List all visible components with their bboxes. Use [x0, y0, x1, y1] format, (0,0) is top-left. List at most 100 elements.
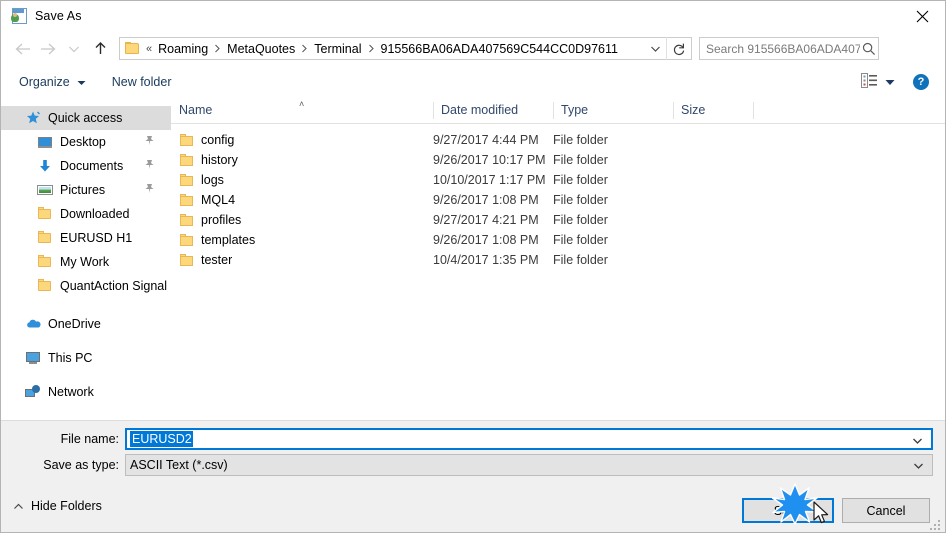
sidebar-item-my-work[interactable]: My Work: [1, 250, 171, 274]
breadcrumb-item-roaming[interactable]: Roaming: [155, 42, 211, 56]
dialog-body: Quick access Desktop Documents Pictures: [1, 98, 945, 420]
hide-folders-label: Hide Folders: [31, 499, 102, 513]
sidebar-item-label: QuantAction Signal: [60, 279, 168, 293]
this-pc-icon: [25, 350, 41, 366]
cancel-button[interactable]: Cancel: [842, 498, 930, 523]
column-header-date-modified[interactable]: Date modified: [433, 98, 553, 123]
sidebar-item-quick-access[interactable]: Quick access: [1, 106, 171, 130]
address-dropdown-icon[interactable]: [644, 38, 666, 59]
file-name: history: [201, 153, 238, 167]
navigation-pane: Quick access Desktop Documents Pictures: [1, 98, 172, 420]
sidebar-item-label: My Work: [60, 255, 110, 269]
file-type: File folder: [553, 173, 608, 187]
file-name-value: EURUSD2: [130, 431, 193, 447]
sidebar-item-this-pc[interactable]: This PC: [1, 346, 171, 370]
folder-icon: [37, 278, 53, 294]
file-date-modified: 9/26/2017 1:08 PM: [433, 193, 539, 207]
hide-folders-button[interactable]: Hide Folders: [13, 499, 102, 513]
sidebar-item-pictures[interactable]: Pictures: [1, 178, 171, 202]
onedrive-cloud-icon: [25, 316, 41, 332]
save-as-app-icon: [10, 7, 27, 25]
file-list: ˄ Name Date modified Type Size config 9/…: [171, 98, 945, 420]
column-header-type[interactable]: Type: [553, 98, 673, 123]
save-as-type-select[interactable]: ASCII Text (*.csv): [125, 454, 933, 476]
file-name: logs: [201, 173, 224, 187]
file-type: File folder: [553, 253, 608, 267]
file-name: tester: [201, 253, 233, 267]
sidebar-item-desktop[interactable]: Desktop: [1, 130, 171, 154]
organize-button[interactable]: Organize: [11, 70, 94, 94]
sidebar-item-downloaded[interactable]: Downloaded: [1, 202, 171, 226]
up-button[interactable]: [87, 36, 113, 62]
table-row[interactable]: templates 9/26/2017 1:08 PM File folder: [171, 230, 945, 250]
chevron-right-icon: [298, 44, 311, 53]
resize-grip-icon[interactable]: [930, 518, 942, 530]
table-row[interactable]: history 9/26/2017 10:17 PM File folder: [171, 150, 945, 170]
command-toolbar: Organize New folder ?: [1, 66, 945, 99]
desktop-icon: [37, 134, 53, 150]
back-button[interactable]: [9, 36, 35, 62]
recent-locations-button[interactable]: [61, 36, 87, 62]
breadcrumb-item-terminal[interactable]: Terminal: [311, 42, 364, 56]
pin-icon[interactable]: [144, 183, 155, 197]
sidebar-item-label: OneDrive: [48, 317, 101, 331]
file-rows: config 9/27/2017 4:44 PM File folder his…: [171, 124, 945, 270]
sidebar-item-onedrive[interactable]: OneDrive: [1, 312, 171, 336]
search-input[interactable]: [706, 41, 860, 56]
chevron-down-icon[interactable]: [912, 434, 923, 448]
save-as-dialog: Save As « Roaming MetaQuotes Terminal 91…: [0, 0, 946, 533]
new-folder-button[interactable]: New folder: [104, 70, 180, 94]
file-type: File folder: [553, 133, 608, 147]
search-icon: [860, 42, 878, 56]
folder-icon: [37, 230, 53, 246]
table-row[interactable]: logs 10/10/2017 1:17 PM File folder: [171, 170, 945, 190]
sidebar-item-quantaction-signal[interactable]: QuantAction Signal: [1, 274, 171, 298]
toolbar-right-group: ?: [857, 66, 945, 98]
pin-icon[interactable]: [144, 135, 155, 149]
table-row[interactable]: MQL4 9/26/2017 1:08 PM File folder: [171, 190, 945, 210]
breadcrumb-item-instance[interactable]: 915566BA06ADA407569C544CC0D97611: [378, 42, 621, 56]
table-row[interactable]: profiles 9/27/2017 4:21 PM File folder: [171, 210, 945, 230]
sidebar-item-eurusd-h1[interactable]: EURUSD H1: [1, 226, 171, 250]
file-name: templates: [201, 233, 256, 247]
file-name-input[interactable]: EURUSD2: [125, 428, 933, 450]
forward-button[interactable]: [35, 36, 61, 62]
close-icon[interactable]: [899, 1, 945, 31]
file-date-modified: 9/26/2017 10:17 PM: [433, 153, 546, 167]
breadcrumb-overflow[interactable]: «: [143, 43, 155, 55]
sidebar-item-label: Quick access: [48, 111, 123, 125]
sidebar-item-documents[interactable]: Documents: [1, 154, 171, 178]
column-header-row: ˄ Name Date modified Type Size: [171, 98, 945, 124]
save-as-type-label: Save as type:: [43, 458, 119, 472]
sidebar-item-label: Desktop: [60, 135, 106, 149]
table-row[interactable]: tester 10/4/2017 1:35 PM File folder: [171, 250, 945, 270]
file-date-modified: 9/27/2017 4:21 PM: [433, 213, 539, 227]
pictures-icon: [37, 182, 53, 198]
column-divider[interactable]: [753, 102, 754, 119]
refresh-icon[interactable]: [666, 37, 691, 60]
file-name: profiles: [201, 213, 242, 227]
sidebar-item-network[interactable]: Network: [1, 380, 171, 404]
breadcrumb-item-metaquotes[interactable]: MetaQuotes: [224, 42, 298, 56]
column-header-name[interactable]: Name: [171, 98, 433, 123]
address-bar[interactable]: « Roaming MetaQuotes Terminal 915566BA06…: [119, 37, 692, 60]
column-header-size[interactable]: Size: [673, 98, 753, 123]
file-type: File folder: [553, 193, 608, 207]
search-box[interactable]: [699, 37, 879, 60]
chevron-right-icon: [365, 44, 378, 53]
pin-icon[interactable]: [144, 159, 155, 173]
sidebar-item-label: Downloaded: [60, 207, 130, 221]
chevron-down-icon[interactable]: [913, 459, 924, 473]
file-name: config: [201, 133, 235, 147]
file-date-modified: 9/27/2017 4:44 PM: [433, 133, 539, 147]
save-button[interactable]: Save: [742, 498, 834, 523]
documents-download-icon: [37, 158, 53, 174]
chevron-up-icon: [13, 503, 24, 510]
list-view-icon: [861, 73, 878, 91]
table-row[interactable]: config 9/27/2017 4:44 PM File folder: [171, 130, 945, 150]
help-button[interactable]: ?: [913, 74, 929, 90]
sidebar-item-label: Documents: [60, 159, 124, 173]
chevron-down-icon: [77, 75, 86, 89]
change-view-button[interactable]: [857, 70, 899, 94]
sidebar-item-label: Network: [48, 385, 94, 399]
